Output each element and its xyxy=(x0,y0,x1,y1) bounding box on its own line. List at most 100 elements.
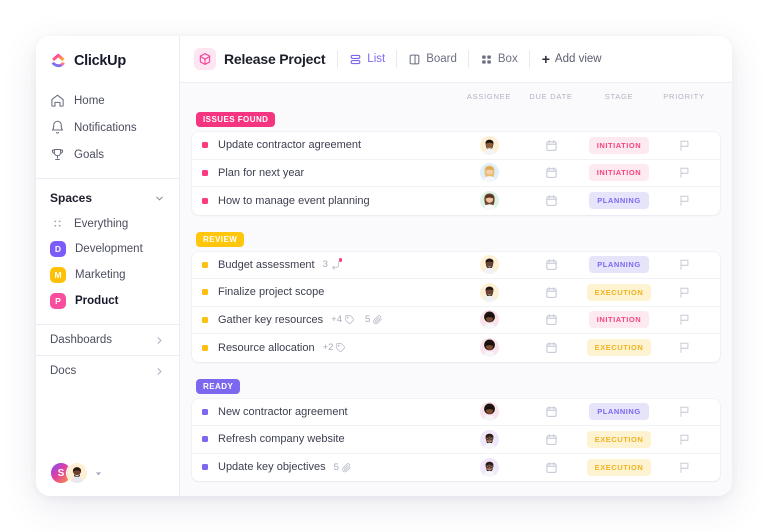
group-status-badge[interactable]: READY xyxy=(196,379,240,394)
sidebar-item-docs[interactable]: Docs xyxy=(36,355,179,386)
task-name[interactable]: Gather key resources xyxy=(218,314,323,326)
task-name[interactable]: Update contractor agreement xyxy=(218,139,361,151)
sidebar-item-product[interactable]: P Product xyxy=(44,288,171,314)
cell-due-date[interactable] xyxy=(520,139,582,152)
calendar-icon[interactable] xyxy=(545,194,558,207)
cell-stage[interactable]: EXECUTION xyxy=(582,431,656,448)
table-row[interactable]: New contractor agreement PLANNING xyxy=(192,399,720,427)
status-badge[interactable]: EXECUTION xyxy=(587,339,652,356)
brand[interactable]: ClickUp xyxy=(36,36,179,85)
sidebar-item-marketing[interactable]: M Marketing xyxy=(44,262,171,288)
chevron-down-icon[interactable] xyxy=(154,193,165,204)
task-status-dot-icon[interactable] xyxy=(202,289,208,295)
status-badge[interactable]: PLANNING xyxy=(589,403,649,420)
table-row[interactable]: Finalize project scope EXECUTION xyxy=(192,279,720,307)
task-meta-item[interactable]: +4 xyxy=(331,314,355,325)
cell-priority[interactable] xyxy=(656,405,712,418)
tab-box[interactable]: Box xyxy=(469,47,529,71)
calendar-icon[interactable] xyxy=(545,461,558,474)
task-meta-item[interactable]: 3 xyxy=(323,259,341,270)
cell-stage[interactable]: INITIATION xyxy=(582,137,656,154)
cell-stage[interactable]: EXECUTION xyxy=(582,284,656,301)
cell-priority[interactable] xyxy=(656,461,712,474)
task-name[interactable]: Update key objectives xyxy=(218,461,326,473)
status-badge[interactable]: INITIATION xyxy=(589,164,650,181)
table-row[interactable]: Update key objectives5EXECUTION xyxy=(192,454,720,482)
cell-stage[interactable]: INITIATION xyxy=(582,311,656,328)
task-status-dot-icon[interactable] xyxy=(202,262,208,268)
cell-stage[interactable]: EXECUTION xyxy=(582,339,656,356)
calendar-icon[interactable] xyxy=(545,286,558,299)
sidebar-item-notifications[interactable]: Notifications xyxy=(44,114,171,141)
cell-due-date[interactable] xyxy=(520,286,582,299)
calendar-icon[interactable] xyxy=(545,139,558,152)
cell-stage[interactable]: PLANNING xyxy=(582,256,656,273)
cell-assignee[interactable] xyxy=(458,163,520,182)
status-badge[interactable]: EXECUTION xyxy=(587,459,652,476)
sidebar-item-development[interactable]: D Development xyxy=(44,236,171,262)
status-badge[interactable]: PLANNING xyxy=(589,256,649,273)
flag-icon[interactable] xyxy=(678,461,691,474)
cell-assignee[interactable] xyxy=(458,310,520,329)
table-row[interactable]: Update contractor agreement INITIATION xyxy=(192,132,720,160)
flag-icon[interactable] xyxy=(678,166,691,179)
cell-priority[interactable] xyxy=(656,341,712,354)
cell-assignee[interactable] xyxy=(458,402,520,421)
task-status-dot-icon[interactable] xyxy=(202,409,208,415)
calendar-icon[interactable] xyxy=(545,166,558,179)
flag-icon[interactable] xyxy=(678,194,691,207)
task-status-dot-icon[interactable] xyxy=(202,142,208,148)
task-name[interactable]: Finalize project scope xyxy=(218,286,324,298)
cell-assignee[interactable] xyxy=(458,136,520,155)
cell-due-date[interactable] xyxy=(520,194,582,207)
cell-stage[interactable]: INITIATION xyxy=(582,164,656,181)
task-name[interactable]: Budget assessment xyxy=(218,259,315,271)
cell-assignee[interactable] xyxy=(458,338,520,357)
flag-icon[interactable] xyxy=(678,286,691,299)
task-status-dot-icon[interactable] xyxy=(202,317,208,323)
cell-priority[interactable] xyxy=(656,139,712,152)
flag-icon[interactable] xyxy=(678,405,691,418)
task-name[interactable]: Plan for next year xyxy=(218,167,304,179)
cell-due-date[interactable] xyxy=(520,166,582,179)
calendar-icon[interactable] xyxy=(545,341,558,354)
table-row[interactable]: Plan for next year INITIATION xyxy=(192,160,720,188)
table-row[interactable]: Resource allocation+2EXECUTION xyxy=(192,334,720,362)
cell-due-date[interactable] xyxy=(520,258,582,271)
flag-icon[interactable] xyxy=(678,258,691,271)
flag-icon[interactable] xyxy=(678,341,691,354)
cell-priority[interactable] xyxy=(656,433,712,446)
task-name[interactable]: New contractor agreement xyxy=(218,406,348,418)
task-name[interactable]: How to manage event planning xyxy=(218,195,370,207)
task-meta-item[interactable]: +2 xyxy=(323,342,347,353)
cell-assignee[interactable] xyxy=(458,283,520,302)
cell-priority[interactable] xyxy=(656,313,712,326)
cell-priority[interactable] xyxy=(656,286,712,299)
add-view-button[interactable]: + Add view xyxy=(530,52,602,66)
calendar-icon[interactable] xyxy=(545,433,558,446)
sidebar-item-everything[interactable]: Everything xyxy=(44,211,171,236)
sidebar-item-dashboards[interactable]: Dashboards xyxy=(36,324,179,355)
tab-list[interactable]: List xyxy=(338,47,396,71)
cell-priority[interactable] xyxy=(656,166,712,179)
status-badge[interactable]: INITIATION xyxy=(589,137,650,154)
calendar-icon[interactable] xyxy=(545,313,558,326)
cell-due-date[interactable] xyxy=(520,341,582,354)
cell-due-date[interactable] xyxy=(520,461,582,474)
task-status-dot-icon[interactable] xyxy=(202,170,208,176)
task-meta-item[interactable]: 5 xyxy=(365,314,383,325)
user-area[interactable]: S xyxy=(36,450,179,496)
calendar-icon[interactable] xyxy=(545,258,558,271)
cell-priority[interactable] xyxy=(656,194,712,207)
task-status-dot-icon[interactable] xyxy=(202,345,208,351)
sidebar-item-home[interactable]: Home xyxy=(44,87,171,114)
group-status-badge[interactable]: REVIEW xyxy=(196,232,244,247)
table-row[interactable]: Budget assessment 3 PLANNING xyxy=(192,252,720,280)
tab-board[interactable]: Board xyxy=(397,47,468,71)
task-status-dot-icon[interactable] xyxy=(202,198,208,204)
task-status-dot-icon[interactable] xyxy=(202,464,208,470)
cell-assignee[interactable] xyxy=(458,430,520,449)
cell-due-date[interactable] xyxy=(520,405,582,418)
task-name[interactable]: Refresh company website xyxy=(218,433,345,445)
calendar-icon[interactable] xyxy=(545,405,558,418)
